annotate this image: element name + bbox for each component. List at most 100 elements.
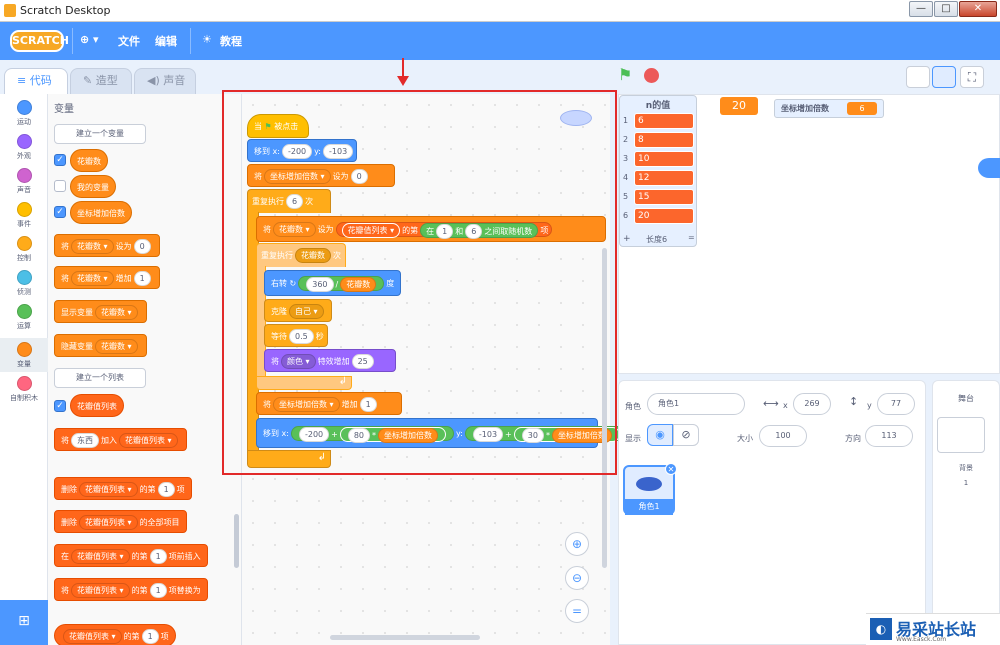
events-dot-icon <box>16 202 32 217</box>
sprite-ellipse-icon <box>636 477 662 491</box>
menu-file[interactable]: 文件 <box>118 33 140 49</box>
category-variables[interactable]: 变量 <box>0 338 48 372</box>
category-events[interactable]: 事件 <box>0 202 48 229</box>
var-reporter[interactable]: 花瓣数 <box>70 149 108 172</box>
zoom-reset-icon[interactable]: = <box>565 599 589 623</box>
language-globe-icon[interactable]: ⊕ ▾ <box>80 33 99 46</box>
list-dropdown[interactable]: 花瓣值列表 ▾ <box>79 515 138 530</box>
list-item[interactable]: 10 <box>634 151 694 167</box>
list-dropdown[interactable]: 花瓣值列表 ▾ <box>79 482 138 497</box>
menu-divider <box>190 28 191 54</box>
category-sensing[interactable]: 侦测 <box>0 270 48 297</box>
app-icon <box>4 4 16 17</box>
variable-large-readout[interactable]: 20 <box>720 97 758 115</box>
sprite-on-stage[interactable] <box>978 158 1000 178</box>
insert-item-block[interactable]: 在花瓣值列表 ▾ 的第 1 项前插入 <box>54 544 208 567</box>
var-reporter[interactable]: 我的变量 <box>70 175 116 198</box>
make-variable-button[interactable]: 建立一个变量 <box>54 124 146 144</box>
list-dropdown[interactable]: 花瓣值列表 ▾ <box>71 549 130 564</box>
add-extension-icon[interactable]: ⊞ <box>0 600 48 645</box>
list-reporter[interactable]: 花瓣值列表 <box>70 394 124 417</box>
delete-all-block[interactable]: 删除 花瓣值列表 ▾ 的全部项目 <box>54 510 187 533</box>
size-input[interactable]: 100 <box>759 425 807 447</box>
category-operators[interactable]: 运算 <box>0 304 48 331</box>
zoom-out-icon[interactable]: ⊖ <box>565 566 589 590</box>
tab-costumes[interactable]: ✎ 造型 <box>70 68 132 94</box>
list-item[interactable]: 12 <box>634 170 694 186</box>
var-checkbox[interactable]: ✓ <box>54 206 66 218</box>
replace-item-block[interactable]: 将花瓣值列表 ▾ 的第 1 项替换为 <box>54 578 208 601</box>
looks-dot-icon <box>16 134 32 149</box>
maximize-button[interactable]: □ <box>934 1 958 17</box>
show-variable-block[interactable]: 显示变量 花瓣数 ▾ <box>54 300 147 323</box>
list-index: 2 <box>623 135 629 144</box>
category-control[interactable]: 控制 <box>0 236 48 263</box>
fullscreen-icon[interactable]: ⛶ <box>960 66 984 88</box>
value-input[interactable]: 1 <box>149 549 167 564</box>
small-stage-button[interactable] <box>906 66 930 88</box>
menu-divider <box>72 28 73 54</box>
value-input[interactable]: 0 <box>133 239 151 254</box>
add-to-list-block[interactable]: 将东西 加入 花瓣值列表 ▾ <box>54 428 187 451</box>
direction-input[interactable]: 113 <box>865 425 913 447</box>
minimize-button[interactable]: — <box>909 1 933 17</box>
delete-item-block[interactable]: 删除 花瓣值列表 ▾ 的第 1 项 <box>54 477 192 500</box>
value-input[interactable]: 1 <box>149 583 167 598</box>
list-item[interactable]: 6 <box>634 113 694 129</box>
var-checkbox[interactable]: ✓ <box>54 154 66 166</box>
list-add-button[interactable]: + <box>623 234 631 244</box>
category-motion[interactable]: 运动 <box>0 100 48 127</box>
value-input[interactable]: 1 <box>157 482 175 497</box>
list-checkbox[interactable]: ✓ <box>54 400 66 412</box>
zoom-in-icon[interactable]: ⊕ <box>565 532 589 556</box>
palette-scrollbar[interactable] <box>234 514 239 568</box>
value-input[interactable]: 1 <box>133 271 151 286</box>
value-input[interactable]: 东西 <box>71 433 99 448</box>
category-my-blocks[interactable]: 自制积木 <box>0 376 48 403</box>
category-sound[interactable]: 声音 <box>0 168 48 195</box>
change-variable-block[interactable]: 将花瓣数 ▾ 增加 1 <box>54 266 160 289</box>
category-looks[interactable]: 外观 <box>0 134 48 161</box>
list-resize-handle[interactable]: = <box>688 233 695 242</box>
var-dropdown[interactable]: 花瓣数 ▾ <box>71 239 114 254</box>
var-dropdown[interactable]: 花瓣数 ▾ <box>95 305 138 320</box>
make-list-button[interactable]: 建立一个列表 <box>54 368 146 388</box>
list-dropdown[interactable]: 花瓣值列表 ▾ <box>119 433 178 448</box>
var-dropdown[interactable]: 花瓣数 ▾ <box>95 339 138 354</box>
menu-edit[interactable]: 编辑 <box>155 33 177 49</box>
tab-code[interactable]: ≡ 代码 <box>4 68 68 94</box>
menu-tutorials[interactable]: 教程 <box>220 33 242 49</box>
value-input[interactable]: 1 <box>141 629 159 644</box>
delete-sprite-icon[interactable]: ✕ <box>665 463 677 475</box>
hide-variable-block[interactable]: 隐藏变量 花瓣数 ▾ <box>54 334 147 357</box>
list-index: 3 <box>623 154 629 163</box>
normal-stage-button[interactable] <box>932 66 956 88</box>
hide-eye-icon[interactable]: ⊘ <box>673 424 699 446</box>
green-flag-icon[interactable]: ⚑ <box>618 66 636 84</box>
stop-icon[interactable] <box>644 68 659 83</box>
var-checkbox[interactable] <box>54 180 66 192</box>
palette-heading: 变量 <box>54 104 74 115</box>
close-button[interactable]: ✕ <box>959 1 997 17</box>
scratch-logo[interactable]: SCRATCH <box>10 30 69 52</box>
variable-monitor[interactable]: 坐标增加倍数 6 <box>774 99 884 118</box>
set-variable-block[interactable]: 将花瓣数 ▾ 设为 0 <box>54 234 160 257</box>
workspace-hscrollbar[interactable] <box>330 635 480 640</box>
show-eye-icon[interactable]: ◉ <box>647 424 673 446</box>
item-of-list-reporter[interactable]: 花瓣值列表 ▾ 的第 1 项 <box>54 624 176 645</box>
sprite-thumbnail[interactable]: 角色1 ✕ <box>623 463 677 515</box>
var-dropdown[interactable]: 花瓣数 ▾ <box>71 271 114 286</box>
tab-sounds[interactable]: ◀) 声音 <box>134 68 196 94</box>
list-dropdown[interactable]: 花瓣值列表 ▾ <box>63 629 122 644</box>
stage-thumbnail[interactable] <box>937 417 985 453</box>
x-position-input[interactable]: 269 <box>793 393 831 415</box>
list-item[interactable]: 8 <box>634 132 694 148</box>
tutorials-bulb-icon[interactable]: ☀ <box>202 33 212 46</box>
var-reporter[interactable]: 坐标增加倍数 <box>70 201 132 224</box>
list-item[interactable]: 20 <box>634 208 694 224</box>
sprite-name-input[interactable]: 角色1 <box>647 393 745 415</box>
y-position-input[interactable]: 77 <box>877 393 915 415</box>
list-item[interactable]: 15 <box>634 189 694 205</box>
brush-icon: ✎ <box>83 74 96 87</box>
list-dropdown[interactable]: 花瓣值列表 ▾ <box>71 583 130 598</box>
